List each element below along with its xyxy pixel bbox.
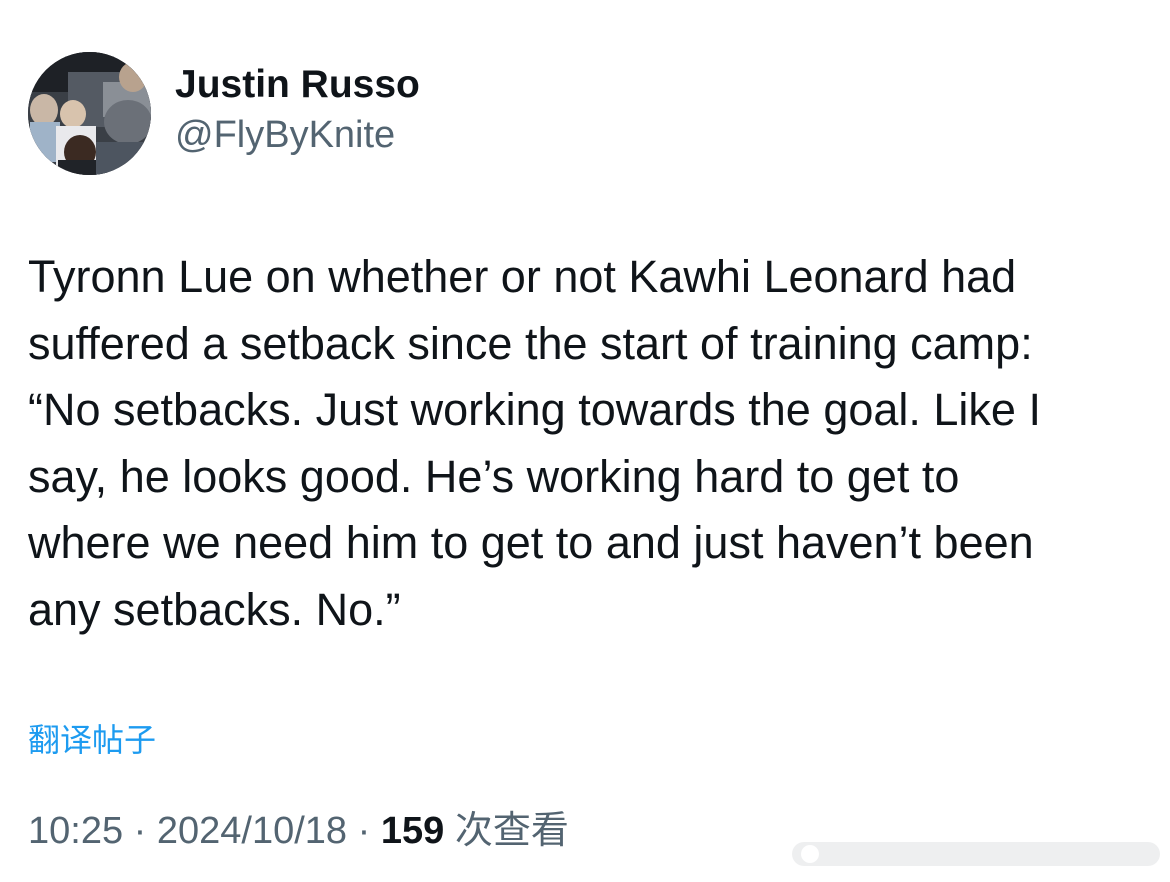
meta-separator: · [123, 810, 157, 852]
tweet-text-line: where we need him to get to and just hav… [28, 517, 1034, 568]
tweet-text-line: any setbacks. No.” [28, 583, 401, 635]
tweet-text-line: say, he looks good. He’s working hard to… [28, 450, 960, 502]
author-display-name[interactable]: Justin Russo [175, 60, 420, 110]
watermark-logo [792, 842, 1160, 866]
meta-separator: · [347, 810, 381, 852]
avatar[interactable] [28, 52, 151, 175]
views-count: 159 [380, 810, 445, 852]
post-time[interactable]: 10:25 [28, 810, 123, 852]
avatar-photo-icon [28, 52, 151, 175]
views-label: 次查看 [454, 810, 569, 852]
tweet-meta: 10:25 · 2024/10/18 · 159 次查看 [28, 806, 569, 856]
tweet-text-line: Tyronn Lue on whether or not Kawhi Leona… [28, 251, 1017, 302]
tweet-author: Justin Russo @FlyByKnite [28, 52, 420, 175]
author-handle[interactable]: @FlyByKnite [175, 110, 420, 160]
tweet-text-line: suffered a setback since the start of tr… [28, 317, 1033, 369]
post-date[interactable]: 2024/10/18 [157, 810, 347, 852]
translate-post-link[interactable]: 翻译帖子 [28, 718, 156, 762]
tweet-text: Tyronn Lue on whether or not Kawhi Leona… [28, 244, 1148, 643]
tweet-text-line: “No setbacks. Just working towards the g… [28, 384, 1041, 435]
